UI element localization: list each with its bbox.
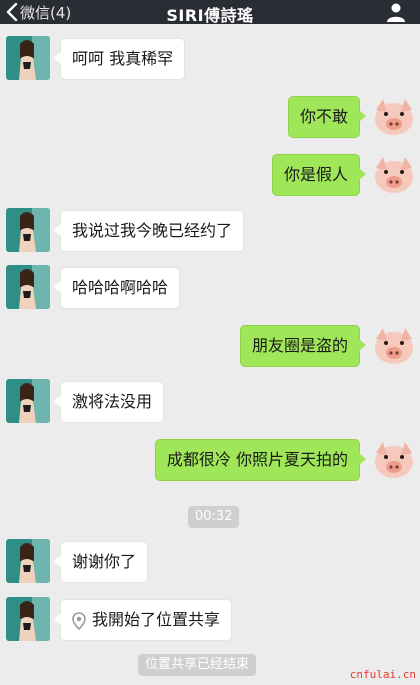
- contact-avatar[interactable]: [6, 539, 50, 583]
- location-share-text: 我開始了位置共享: [92, 610, 221, 629]
- person-icon: [387, 3, 405, 22]
- incoming-message-bubble[interactable]: 激将法没用: [53, 381, 165, 423]
- outgoing-message-bubble[interactable]: 你是假人: [271, 154, 367, 196]
- incoming-message-bubble[interactable]: 哈哈哈啊哈哈: [53, 267, 181, 309]
- incoming-message-bubble[interactable]: 我说过我今晚已经约了: [53, 210, 245, 252]
- watermark: cnfulai.cn: [349, 668, 416, 681]
- contact-avatar[interactable]: [6, 36, 50, 80]
- contact-avatar[interactable]: [6, 265, 50, 309]
- outgoing-message-bubble[interactable]: 成都很冷 你照片夏天拍的: [154, 439, 367, 481]
- location-share-bubble[interactable]: 我開始了位置共享: [53, 599, 233, 641]
- location-pin-icon: [72, 611, 86, 630]
- chat-area[interactable]: 呵呵 我真稀罕 你不敢 你是假人 我说过我今晚已经约了 哈哈哈啊哈哈 朋友圈是盗…: [0, 24, 420, 685]
- contact-avatar[interactable]: [6, 208, 50, 252]
- my-avatar[interactable]: [372, 152, 416, 196]
- outgoing-message-bubble[interactable]: 朋友圈是盗的: [239, 325, 367, 367]
- profile-button[interactable]: [386, 2, 406, 22]
- my-avatar[interactable]: [372, 437, 416, 481]
- timestamp-pill: 00:32: [188, 506, 240, 528]
- incoming-message-bubble[interactable]: 谢谢你了: [53, 541, 149, 583]
- my-avatar[interactable]: [372, 94, 416, 138]
- outgoing-message-bubble[interactable]: 你不敢: [287, 96, 367, 138]
- chat-title: SIRI傅詩瑤: [166, 6, 254, 25]
- system-notice: 位置共享已经结束: [138, 654, 257, 676]
- my-avatar[interactable]: [372, 323, 416, 367]
- incoming-message-bubble[interactable]: 呵呵 我真稀罕: [53, 38, 186, 80]
- contact-avatar[interactable]: [6, 379, 50, 423]
- contact-avatar[interactable]: [6, 597, 50, 641]
- chat-header: 微信(4) SIRI傅詩瑤: [0, 0, 420, 25]
